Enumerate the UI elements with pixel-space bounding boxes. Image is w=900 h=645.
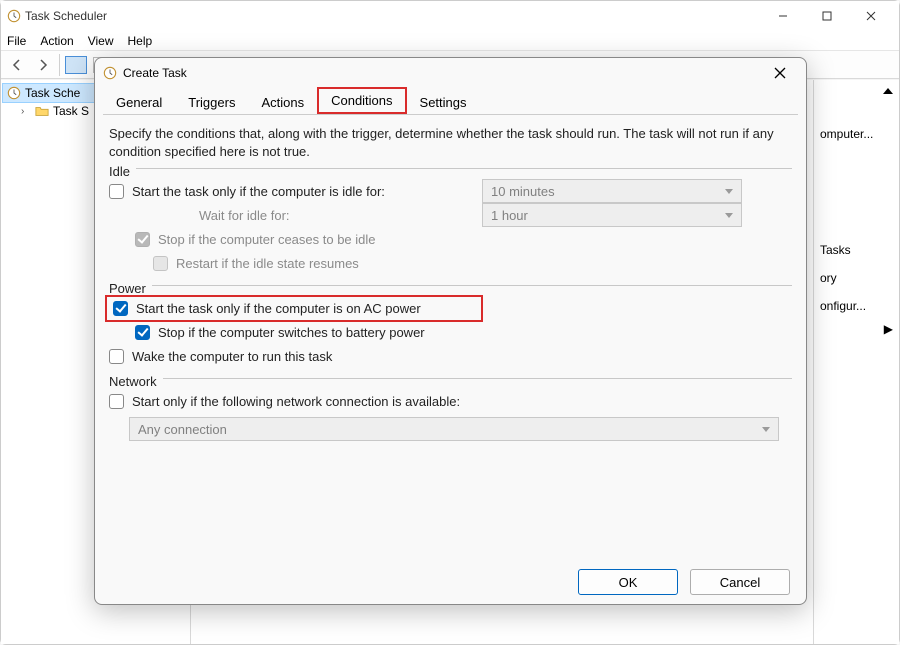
network-connection-dropdown[interactable]: Any connection [129,417,779,441]
forward-button[interactable] [31,53,55,77]
toolbar-pane-button[interactable] [64,53,88,77]
minimize-button[interactable] [761,1,805,31]
idle-wait-dropdown[interactable]: 1 hour [482,203,742,227]
create-task-dialog: Create Task General Triggers Actions Con… [94,57,807,605]
dialog-title: Create Task [123,66,187,80]
close-button[interactable] [849,1,893,31]
dialog-close-button[interactable] [762,59,798,87]
maximize-button[interactable] [805,1,849,31]
arrow-right-icon[interactable]: ▶ [884,322,893,336]
tree-root-label: Task Sche [25,86,80,100]
actions-item[interactable]: omputer... [820,124,899,144]
start-only-idle-label: Start the task only if the computer is i… [132,184,482,199]
ok-button[interactable]: OK [578,569,678,595]
network-checkbox[interactable] [109,394,124,409]
network-group-label: Network [109,374,157,389]
tab-bar: General Triggers Actions Conditions Sett… [95,88,806,114]
tree-child-label: Task S [53,104,89,118]
stop-cease-idle-label: Stop if the computer ceases to be idle [158,232,376,247]
conditions-description: Specify the conditions that, along with … [109,125,792,160]
cancel-button[interactable]: Cancel [690,569,790,595]
menu-help[interactable]: Help [128,34,153,48]
menu-view[interactable]: View [88,34,114,48]
main-titlebar: Task Scheduler [1,1,899,31]
ac-power-label: Start the task only if the computer is o… [136,301,421,316]
stop-cease-idle-checkbox [135,232,150,247]
dialog-titlebar: Create Task [95,58,806,88]
ac-power-checkbox[interactable] [113,301,128,316]
window-title: Task Scheduler [25,9,107,23]
menubar: File Action View Help [1,31,899,51]
task-scheduler-icon [7,9,21,23]
chevron-right-icon[interactable]: › [21,106,31,117]
tab-conditions[interactable]: Conditions [317,87,406,114]
tab-body: Specify the conditions that, along with … [95,115,806,560]
power-group-label: Power [109,281,146,296]
restart-idle-checkbox [153,256,168,271]
actions-item[interactable]: Tasks [820,240,899,260]
menu-file[interactable]: File [7,34,26,48]
collapse-icon[interactable] [883,88,893,94]
dialog-footer: OK Cancel [95,560,806,604]
start-only-idle-checkbox[interactable] [109,184,124,199]
network-label: Start only if the following network conn… [132,394,460,409]
actions-item[interactable]: onfigur... [820,296,899,316]
idle-group-label: Idle [109,164,130,179]
chevron-down-icon [762,427,770,432]
wake-checkbox[interactable] [109,349,124,364]
tab-actions[interactable]: Actions [248,90,317,114]
tab-triggers[interactable]: Triggers [175,90,248,114]
task-scheduler-icon [103,66,117,80]
wait-for-idle-label: Wait for idle for: [199,208,482,223]
chevron-down-icon [725,213,733,218]
idle-duration-dropdown[interactable]: 10 minutes [482,179,742,203]
stop-battery-label: Stop if the computer switches to battery… [158,325,425,340]
actions-item[interactable]: ory [820,268,899,288]
task-scheduler-icon [7,86,21,100]
back-button[interactable] [5,53,29,77]
folder-icon [35,104,49,118]
wake-label: Wake the computer to run this task [132,349,332,364]
chevron-down-icon [725,189,733,194]
stop-battery-checkbox[interactable] [135,325,150,340]
actions-pane: omputer... Tasks ory onfigur... ▶ [813,80,899,644]
tab-general[interactable]: General [103,90,175,114]
tab-settings[interactable]: Settings [407,90,480,114]
restart-idle-label: Restart if the idle state resumes [176,256,359,271]
menu-action[interactable]: Action [40,34,73,48]
